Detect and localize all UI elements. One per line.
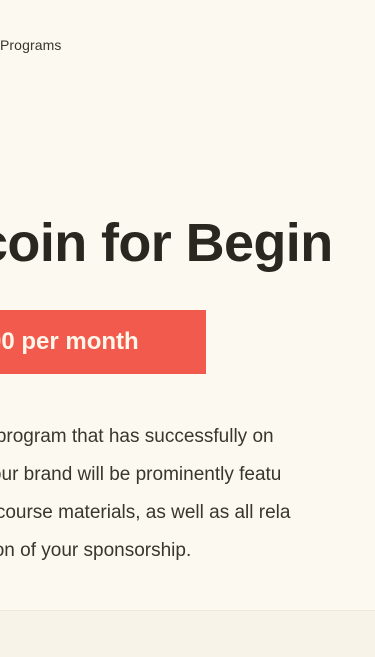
description-line: a program that has successfully on [0,426,274,447]
page-viewport: / Programs coin for Begin 00 per month a… [0,0,375,657]
price-badge-text: 00 per month [0,328,139,355]
description: a program that has successfully on Your … [0,418,375,570]
description-line: Your brand will be prominently featu [0,464,282,485]
description-line: n course materials, as well as all rela [0,502,291,523]
description-line: sion of your sponsorship. [0,540,192,561]
page-title: coin for Begin [0,213,333,273]
price-badge: 00 per month [0,310,206,374]
bottom-band [0,610,375,657]
breadcrumb[interactable]: / Programs [0,36,61,54]
